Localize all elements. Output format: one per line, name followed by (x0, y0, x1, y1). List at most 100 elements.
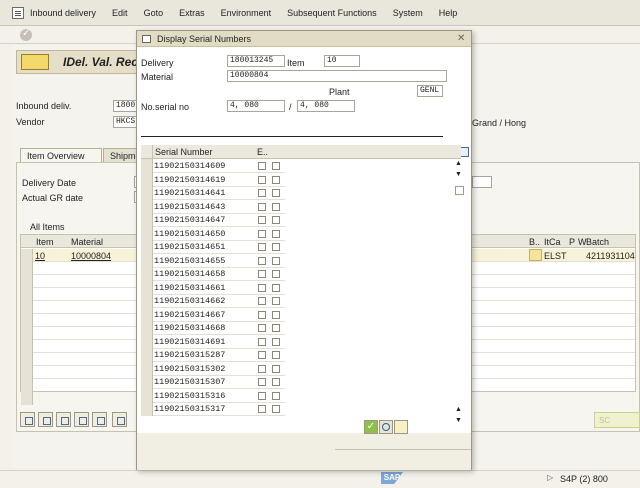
delivery-field[interactable]: 180013245 (227, 55, 285, 67)
row-selector[interactable] (141, 348, 153, 362)
equipment-checkbox[interactable] (258, 189, 266, 197)
item-field[interactable]: 10 (324, 55, 360, 67)
list-item[interactable]: 11902150315317 (141, 402, 285, 416)
row-selector[interactable] (141, 361, 153, 376)
status-arrow-icon[interactable]: ▷ (547, 473, 553, 482)
flag-checkbox[interactable] (272, 297, 280, 305)
list-item[interactable]: 11902150315287 (141, 348, 285, 362)
menu-help[interactable]: Help (439, 8, 458, 18)
row-selector[interactable] (141, 402, 153, 416)
row-selector[interactable] (141, 199, 153, 214)
flag-checkbox[interactable] (272, 202, 280, 211)
row-selector[interactable] (141, 307, 153, 322)
row-selector[interactable] (141, 213, 153, 227)
menu-goto[interactable]: Goto (144, 8, 164, 18)
equipment-checkbox[interactable] (258, 175, 266, 184)
list-item[interactable]: 11902150314662 (141, 294, 285, 308)
flag-checkbox[interactable] (272, 189, 280, 197)
col-b[interactable]: B.. (529, 237, 540, 247)
equipment-checkbox[interactable] (258, 378, 266, 386)
row-selector[interactable] (141, 267, 153, 281)
row-selector[interactable] (141, 240, 153, 254)
list-item[interactable]: 11902150314609 (141, 159, 285, 173)
list-item[interactable]: 11902150314619 (141, 172, 285, 187)
list-item[interactable]: 11902150314661 (141, 280, 285, 295)
details-icon[interactable] (379, 420, 393, 434)
screen-icon[interactable] (21, 54, 49, 70)
list-item[interactable]: 11902150314643 (141, 199, 285, 214)
row-selector[interactable] (141, 375, 153, 389)
details-row-icon[interactable] (112, 412, 127, 427)
col-item[interactable]: Item (36, 237, 54, 247)
equipment-checkbox[interactable] (258, 351, 266, 359)
list-item[interactable]: 11902150315316 (141, 388, 285, 403)
equipment-checkbox[interactable] (258, 202, 266, 211)
blank-button[interactable] (394, 420, 408, 434)
flag-checkbox[interactable] (272, 310, 280, 319)
flag-checkbox[interactable] (272, 337, 280, 346)
col-itca[interactable]: ItCa (544, 237, 561, 247)
flag-checkbox[interactable] (272, 270, 280, 278)
scroll-up-bottom-icon[interactable]: ▲ (455, 406, 462, 413)
equipment-checkbox[interactable] (258, 297, 266, 305)
vertical-scrollbar[interactable]: ▲ ▼ ▲ ▼ (453, 160, 465, 433)
row-selector[interactable] (141, 226, 153, 241)
equipment-checkbox[interactable] (258, 162, 266, 170)
menu-extras[interactable]: Extras (179, 8, 205, 18)
tab-item-overview[interactable]: Item Overview (20, 148, 102, 162)
flag-checkbox[interactable] (272, 364, 280, 373)
flag-checkbox[interactable] (272, 175, 280, 184)
scroll-down-bottom-icon[interactable]: ▼ (455, 417, 462, 424)
equipment-checkbox[interactable] (258, 256, 266, 265)
row-item-link[interactable]: 10 (35, 251, 45, 261)
flag-checkbox[interactable] (272, 216, 280, 224)
no-serial-total-field[interactable]: 4, 080 (297, 100, 355, 112)
row-b-cell[interactable] (529, 249, 542, 261)
row-selector[interactable] (141, 186, 153, 200)
row-material-link[interactable]: 10000804 (71, 251, 111, 261)
list-item[interactable]: 11902150314655 (141, 253, 285, 268)
flag-checkbox[interactable] (272, 162, 280, 170)
menu-system[interactable]: System (393, 8, 423, 18)
select-block-icon[interactable] (38, 412, 53, 427)
flag-checkbox[interactable] (272, 229, 280, 238)
tab-shipment[interactable]: Shipme (103, 148, 141, 162)
row-selector[interactable] (141, 321, 153, 335)
scroll-up-icon[interactable]: ▲ (455, 160, 462, 167)
equipment-checkbox[interactable] (258, 337, 266, 346)
row-selector[interactable] (141, 388, 153, 403)
col-batch[interactable]: Batch (586, 237, 609, 247)
list-item[interactable]: 11902150314668 (141, 321, 285, 335)
sc-button[interactable]: SC (594, 412, 640, 428)
col-material[interactable]: Material (71, 237, 103, 247)
row-selector[interactable] (141, 172, 153, 187)
close-icon[interactable]: ✕ (457, 33, 465, 44)
equipment-checkbox[interactable] (258, 270, 266, 278)
menu-edit[interactable]: Edit (112, 8, 128, 18)
list-item[interactable]: 11902150314651 (141, 240, 285, 254)
col-p[interactable]: P (569, 237, 575, 247)
menu-icon[interactable] (12, 6, 24, 19)
flag-checkbox[interactable] (272, 378, 280, 386)
list-item[interactable]: 11902150315307 (141, 375, 285, 389)
menu-inbound-delivery[interactable]: Inbound delivery (30, 8, 96, 18)
row-selector[interactable] (141, 294, 153, 308)
list-item[interactable]: 11902150314691 (141, 334, 285, 349)
equipment-checkbox[interactable] (258, 229, 266, 238)
flag-checkbox[interactable] (272, 324, 280, 332)
equipment-checkbox[interactable] (258, 283, 266, 292)
scroll-thumb[interactable] (455, 186, 464, 195)
menu-subsequent-functions[interactable]: Subsequent Functions (287, 8, 377, 18)
flag-checkbox[interactable] (272, 351, 280, 359)
list-item[interactable]: 11902150314667 (141, 307, 285, 322)
equipment-checkbox[interactable] (258, 405, 266, 413)
list-item[interactable]: 11902150314641 (141, 186, 285, 200)
flag-checkbox[interactable] (272, 283, 280, 292)
row-selector[interactable] (141, 334, 153, 349)
deselect-icon[interactable] (56, 412, 71, 427)
list-item[interactable]: 11902150315302 (141, 361, 285, 376)
list-item[interactable]: 11902150314658 (141, 267, 285, 281)
material-field[interactable]: 10000804 (227, 70, 447, 82)
list-item[interactable]: 11902150314647 (141, 213, 285, 227)
equipment-checkbox[interactable] (258, 391, 266, 400)
